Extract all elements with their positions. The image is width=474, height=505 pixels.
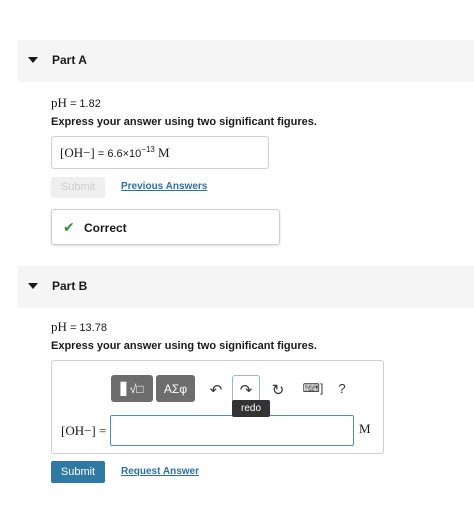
- templates-button[interactable]: ▋√□: [111, 375, 153, 402]
- feedback-box: ✔ Correct: [51, 209, 280, 245]
- previous-answers-link[interactable]: Previous Answers: [121, 181, 207, 192]
- ph-label: pH: [51, 95, 67, 110]
- request-answer-link[interactable]: Request Answer: [121, 466, 199, 477]
- unit-label: M: [359, 421, 371, 436]
- input-label-text: [OH−] =: [61, 423, 107, 438]
- collapse-caret-icon[interactable]: [28, 57, 38, 63]
- reset-icon[interactable]: ↻: [270, 381, 286, 399]
- part-a-title: Part A: [52, 53, 87, 67]
- input-label: [OH−] =: [61, 423, 106, 439]
- part-a-submit-button: Submit: [51, 177, 105, 198]
- answer-mantissa: 6.6×10: [107, 148, 142, 160]
- answer-label: [OH−]: [60, 145, 95, 160]
- answer-equals: =: [97, 148, 105, 160]
- page: Part A pH = 1.82 Express your answer usi…: [0, 0, 474, 505]
- feedback-text: Correct: [84, 221, 127, 235]
- symbols-button[interactable]: ΑΣφ: [156, 375, 195, 402]
- part-a-answer-box: [OH−] = 6.6×10−13 M: [51, 136, 269, 169]
- part-b-ph: pH = 13.78: [51, 319, 107, 335]
- ph-label: pH: [51, 319, 67, 334]
- help-icon[interactable]: ?: [336, 381, 348, 396]
- part-b-header[interactable]: Part B: [18, 266, 474, 308]
- part-a-header[interactable]: Part A: [18, 40, 474, 82]
- math-editor: ▋√□ ΑΣφ ↶ ↷ ↻ ⌨] ? [OH−] = M: [51, 360, 384, 454]
- undo-icon[interactable]: ↶: [208, 381, 224, 399]
- part-b-submit-button[interactable]: Submit: [51, 461, 105, 483]
- redo-tooltip: redo: [232, 400, 270, 417]
- ph-value: = 1.82: [69, 98, 101, 110]
- checkmark-icon: ✔: [63, 219, 75, 235]
- part-b-title: Part B: [52, 279, 88, 293]
- part-a-answer: [OH−] = 6.6×10−13 M: [60, 145, 170, 161]
- collapse-caret-icon[interactable]: [28, 283, 38, 289]
- answer-input[interactable]: [110, 415, 354, 446]
- keyboard-icon[interactable]: ⌨]: [300, 381, 326, 395]
- ph-value: = 13.78: [69, 322, 107, 334]
- answer-exponent: −13: [141, 145, 155, 154]
- answer-unit: M: [157, 145, 170, 160]
- part-b-instruction: Express your answer using two significan…: [51, 340, 317, 352]
- part-a-instruction: Express your answer using two significan…: [51, 116, 317, 128]
- part-a-ph: pH = 1.82: [51, 95, 101, 111]
